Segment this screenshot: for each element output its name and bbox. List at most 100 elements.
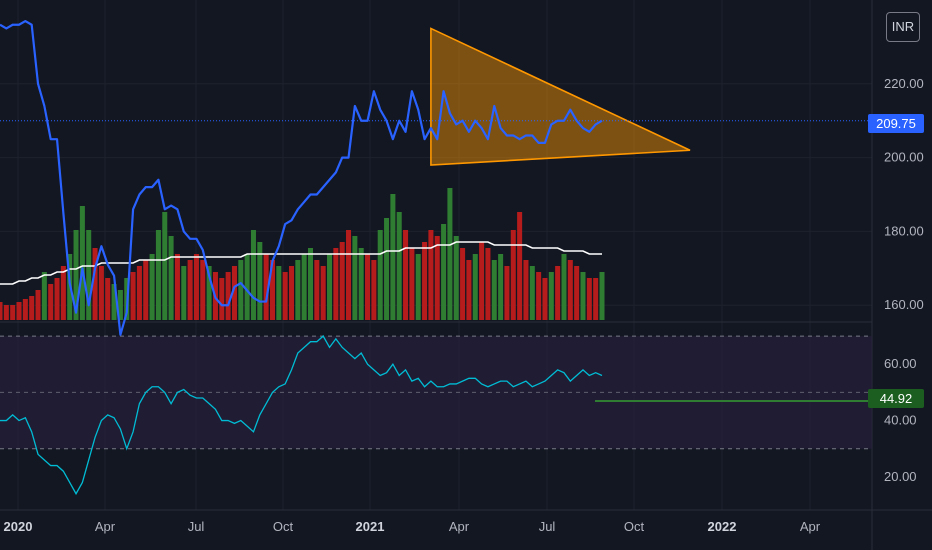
volume-bar-73 [460, 248, 466, 320]
time-tick-7: Oct [624, 519, 645, 534]
volume-bar-60 [377, 230, 383, 320]
volume-bar-14 [86, 230, 92, 320]
volume-bar-59 [371, 260, 377, 320]
time-tick-3: Oct [273, 519, 294, 534]
volume-bar-57 [358, 248, 364, 320]
rsi-value-badge: 44.92 [868, 389, 924, 408]
volume-bar-13 [79, 206, 85, 320]
time-tick-8: 2022 [708, 519, 737, 534]
volume-bar-88 [555, 266, 561, 320]
rsi-tick-1: 40.00 [884, 413, 917, 428]
volume-bar-63 [396, 212, 402, 320]
volume-bar-93 [586, 278, 592, 320]
volume-bar-53 [333, 248, 339, 320]
volume-bar-5 [29, 296, 35, 320]
volume-bar-2 [10, 305, 16, 320]
volume-bar-17 [105, 278, 111, 320]
time-tick-0: 2020 [4, 519, 33, 534]
volume-bar-95 [599, 272, 605, 320]
volume-bar-45 [282, 272, 288, 320]
rsi-tick-0: 60.00 [884, 356, 917, 371]
volume-bar-85 [536, 272, 542, 320]
price-axis[interactable]: 220.00 200.00 180.00 160.00 [884, 76, 924, 312]
volume-bar-75 [472, 254, 478, 320]
volume-bar-79 [498, 254, 504, 320]
volume-bar-69 [434, 236, 440, 320]
volume-bar-77 [485, 248, 491, 320]
volume-bar-9 [54, 278, 60, 320]
volume-bar-91 [574, 266, 580, 320]
triangle-pattern-drawing[interactable] [430, 27, 691, 166]
price-tick-3: 160.00 [884, 297, 924, 312]
volume-bar-30 [187, 260, 193, 320]
time-tick-6: Jul [539, 519, 556, 534]
time-axis[interactable]: 2020 Apr Jul Oct 2021 Apr Jul Oct 2022 Apr [4, 519, 821, 534]
volume-bar-74 [466, 260, 472, 320]
volume-bar-24 [149, 254, 155, 320]
volume-bar-10 [60, 266, 66, 320]
volume-bar-21 [130, 272, 136, 320]
volume-bar-29 [181, 266, 187, 320]
volume-bar-28 [174, 254, 180, 320]
volume-bar-52 [327, 254, 333, 320]
volume-bar-64 [403, 230, 409, 320]
time-tick-5: Apr [449, 519, 470, 534]
volume-bar-84 [529, 266, 535, 320]
volume-bar-61 [384, 218, 390, 320]
volume-bar-50 [314, 260, 320, 320]
time-tick-4: 2021 [356, 519, 385, 534]
volume-bar-66 [415, 254, 421, 320]
volume-bar-58 [365, 254, 371, 320]
volume-bar-23 [143, 260, 149, 320]
time-tick-9: Apr [800, 519, 821, 534]
volume-bar-36 [225, 272, 231, 320]
volume-bar-40 [250, 230, 256, 320]
volume-bar-56 [352, 236, 358, 320]
volume-bar-32 [200, 260, 206, 320]
volume-bar-68 [428, 230, 434, 320]
volume-bar-16 [98, 266, 104, 320]
price-tick-2: 180.00 [884, 223, 924, 238]
volume-bar-27 [168, 236, 174, 320]
rsi-pane [0, 335, 872, 450]
volume-bar-81 [510, 230, 516, 320]
volume-bar-72 [453, 236, 459, 320]
volume-bar-47 [295, 260, 301, 320]
rsi-tick-2: 20.00 [884, 469, 917, 484]
currency-button[interactable]: INR [886, 12, 920, 42]
volume-bar-31 [193, 254, 199, 320]
volume-bar-65 [409, 248, 415, 320]
volume-bar-22 [136, 266, 142, 320]
volume-bar-6 [35, 290, 41, 320]
volume-bar-90 [567, 260, 573, 320]
volume-bar-25 [155, 230, 161, 320]
volume-bar-86 [542, 278, 548, 320]
volume-bar-55 [346, 230, 352, 320]
volume-bar-82 [517, 212, 523, 320]
volume-bar-35 [219, 278, 225, 320]
volume-bar-44 [276, 266, 282, 320]
current-price-badge: 209.75 [868, 114, 924, 133]
time-tick-2: Jul [188, 519, 205, 534]
volume-bar-4 [22, 299, 28, 320]
volume-bar-3 [16, 302, 22, 320]
volume-bar-71 [447, 188, 453, 320]
volume-bar-48 [301, 254, 307, 320]
volume-bar-87 [548, 272, 554, 320]
volume-bar-26 [162, 212, 168, 320]
volume-bar-83 [523, 260, 529, 320]
volume-bar-51 [320, 266, 326, 320]
price-tick-1: 200.00 [884, 150, 924, 165]
volume-bar-94 [593, 278, 599, 320]
volume-bar-76 [479, 242, 485, 320]
volume-bar-80 [504, 266, 510, 320]
volume-bar-67 [422, 242, 428, 320]
volume-bar-7 [41, 272, 47, 320]
rsi-axis[interactable]: 60.00 40.00 20.00 [884, 356, 917, 484]
stock-chart[interactable]: 220.00 200.00 180.00 160.00 60.00 40.00 20.00… [0, 0, 932, 550]
volume-bar-62 [390, 194, 396, 320]
volume-bar-49 [307, 248, 314, 320]
triangle-shape [430, 27, 691, 166]
price-tick-0: 220.00 [884, 76, 924, 91]
volume-bar-0 [0, 302, 3, 320]
